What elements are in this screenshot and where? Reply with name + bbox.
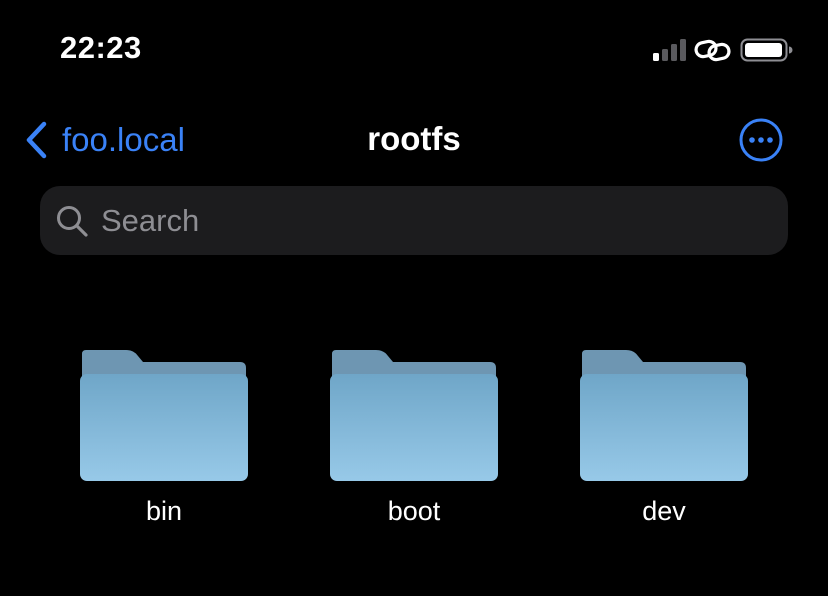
ellipsis-circle-icon: [739, 118, 783, 162]
search-bar[interactable]: [40, 186, 788, 255]
cellular-signal-icon: [653, 39, 686, 61]
search-input[interactable]: [99, 201, 743, 240]
search-icon: [55, 204, 89, 238]
more-options-button[interactable]: [739, 118, 783, 162]
files-app-screen: 22:23 foo.local rootfs Search bin boot d…: [0, 0, 828, 596]
folder-bin[interactable]: bin: [80, 348, 248, 527]
folder-label: dev: [642, 496, 686, 526]
folder-icon: [80, 350, 248, 481]
folder-icon: [580, 350, 748, 481]
folder-icon: [330, 350, 498, 481]
battery-icon: [740, 38, 793, 62]
link-icon: [694, 39, 731, 62]
folder-label: bin: [145, 496, 183, 526]
page-title: rootfs: [367, 120, 461, 157]
status-time: 22:23: [60, 30, 142, 65]
folder-dev[interactable]: dev: [580, 348, 748, 527]
folder-label: boot: [387, 496, 441, 526]
folder-boot[interactable]: boot: [330, 348, 498, 527]
status-icons: [653, 36, 794, 64]
